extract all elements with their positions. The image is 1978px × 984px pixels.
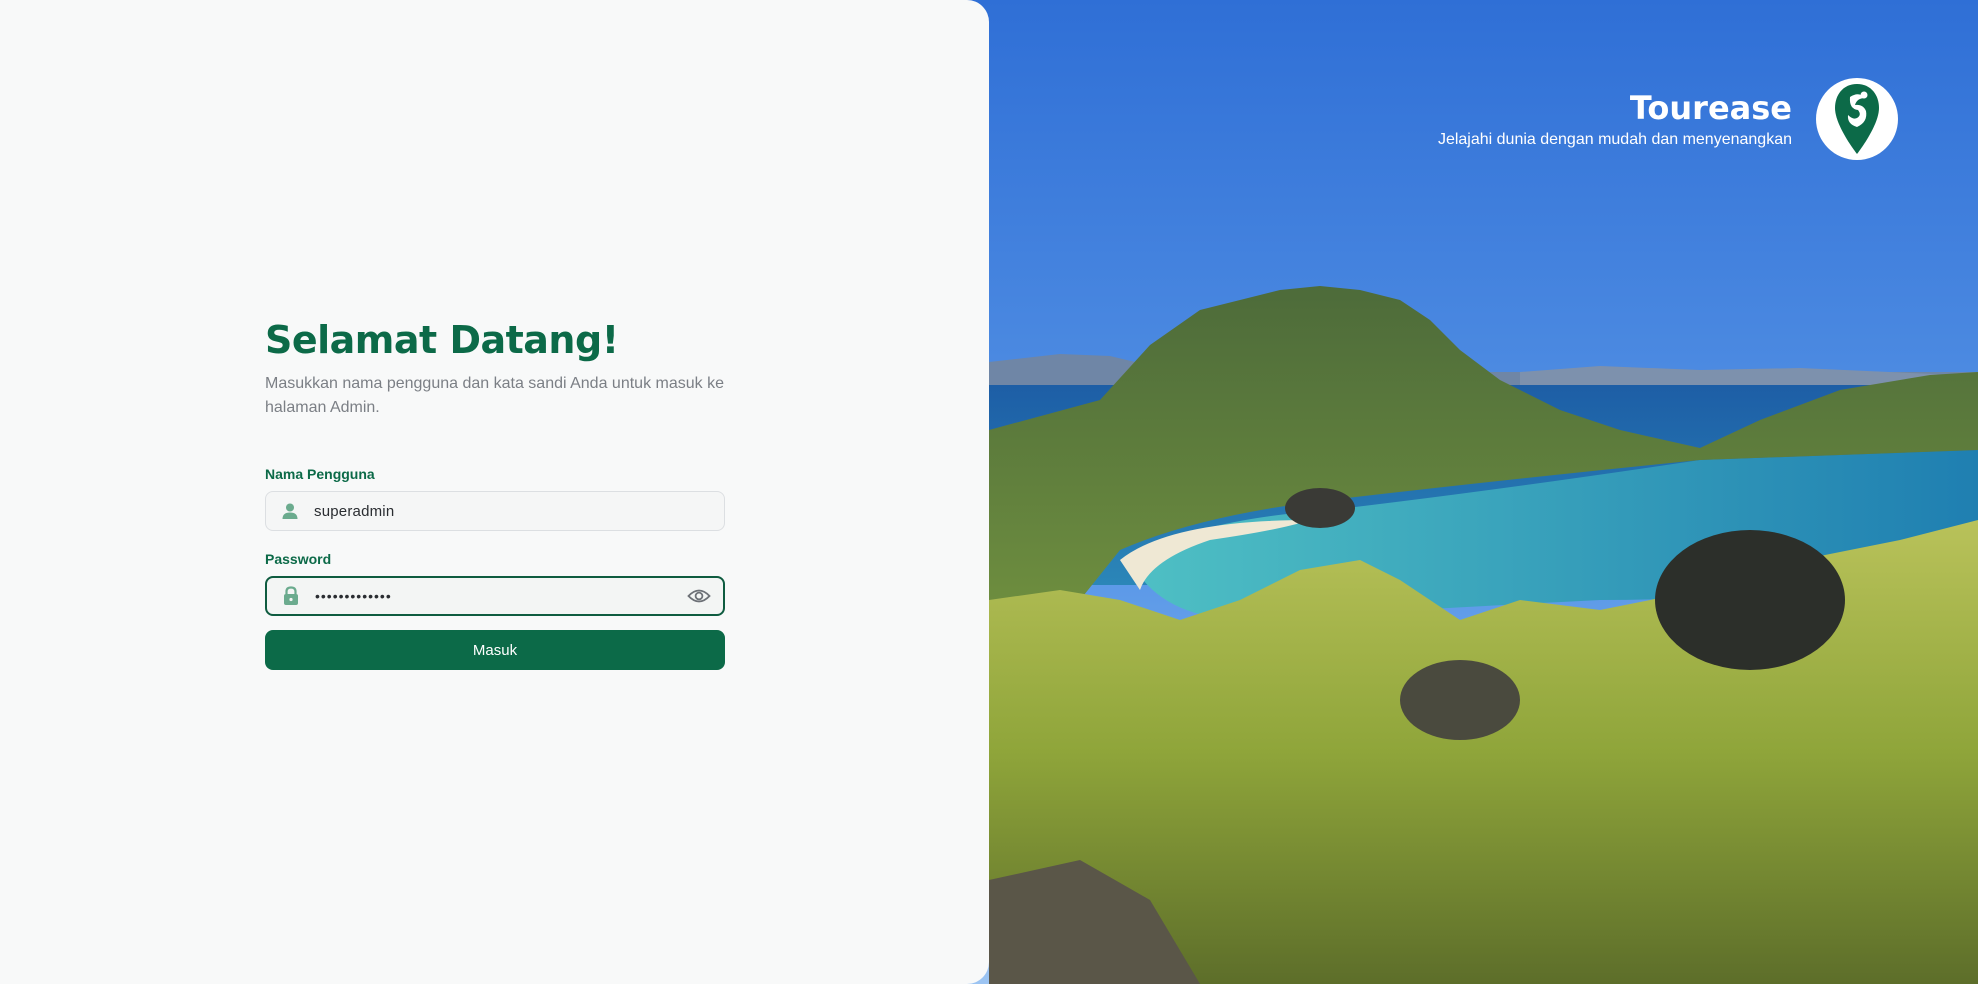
login-button[interactable]: Masuk [265,630,725,670]
brand-tagline: Jelajahi dunia dengan mudah dan menyenan… [1437,131,1792,148]
tourease-logo-icon [1816,78,1898,160]
username-input[interactable] [314,492,674,530]
password-field[interactable] [265,576,725,616]
username-label: Nama Pengguna [265,466,375,482]
login-panel: Selamat Datang! Masukkan nama pengguna d… [0,0,989,984]
brand-name: Tourease [1629,89,1792,127]
page-title: Selamat Datang! [265,318,619,362]
login-form: Selamat Datang! Masukkan nama pengguna d… [265,316,725,670]
password-label: Password [265,551,332,567]
user-icon [280,501,300,521]
lock-icon [281,586,301,606]
eye-icon[interactable] [687,587,711,605]
password-input[interactable] [315,578,673,614]
brand-header: Tourease Jelajahi dunia dengan mudah dan… [1438,78,1898,160]
brand-text: Tourease Jelajahi dunia dengan mudah dan… [1438,89,1792,149]
page-subtitle: Masukkan nama pengguna dan kata sandi An… [265,375,724,416]
username-field[interactable] [265,491,725,531]
